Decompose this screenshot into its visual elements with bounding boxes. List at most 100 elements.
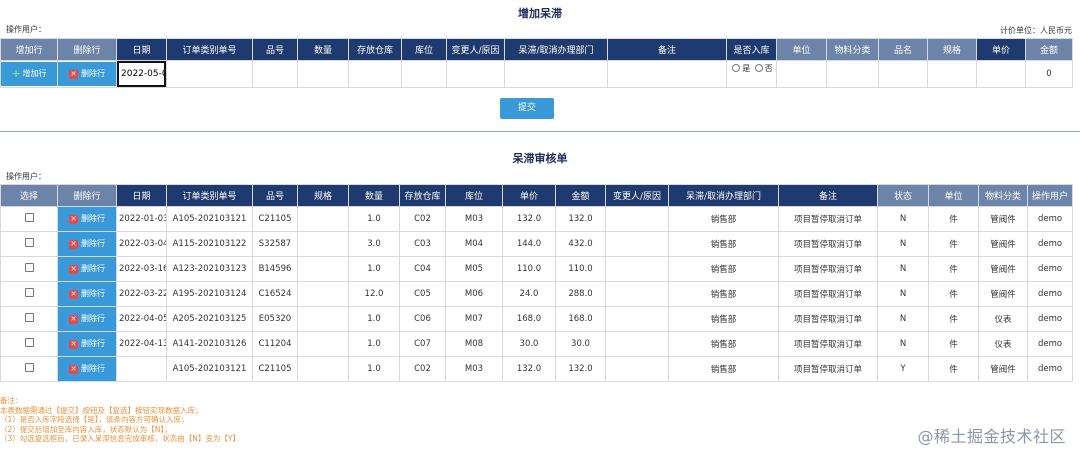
delete-row-cell: ✕ 删除行 <box>57 231 117 257</box>
cell-changer <box>605 206 669 232</box>
cell-status: N <box>877 281 929 307</box>
remark-input[interactable] <box>607 60 727 88</box>
cell-dept: 销售部 <box>668 231 779 257</box>
cell-order: A205-202103125 <box>166 306 253 332</box>
delete-row-button[interactable]: ✕ 删除行 <box>58 357 116 381</box>
cell-wh: C03 <box>399 231 446 257</box>
cell-status: N <box>877 306 929 332</box>
unit-input[interactable] <box>776 60 827 88</box>
price-input[interactable] <box>976 60 1026 88</box>
cell-spec <box>297 256 349 282</box>
close-icon: ✕ <box>69 315 78 324</box>
name-input[interactable] <box>878 60 928 88</box>
changer-input[interactable] <box>446 60 505 88</box>
spec-input[interactable] <box>927 60 977 88</box>
cell-spec <box>297 306 349 332</box>
cell-unit: 件 <box>928 231 979 257</box>
select-checkbox[interactable] <box>24 213 34 222</box>
cell-cat: 管阀件 <box>978 231 1028 257</box>
cell-qty: 12.0 <box>348 281 400 307</box>
radio-no[interactable] <box>754 64 763 72</box>
cell-loc: M03 <box>445 356 503 382</box>
cell-date: 2022-03-16 <box>116 256 167 282</box>
cell-item: C16524 <box>252 281 298 307</box>
select-checkbox[interactable] <box>24 338 34 347</box>
t1-header-3: 订单类别单号 <box>166 38 253 61</box>
note-line: 本表数据需通过【提交】按钮及【复选】按钮实现数据入库； <box>0 405 203 415</box>
dept-input[interactable] <box>504 60 608 88</box>
close-icon: ✕ <box>69 240 78 249</box>
select-checkbox[interactable] <box>24 263 34 272</box>
cell-order: A105-202103121 <box>166 206 253 232</box>
select-cell <box>0 256 58 282</box>
cell-wh: C05 <box>399 281 446 307</box>
t2-header-12: 呆滞/取消办理部门 <box>668 184 779 207</box>
cell-wh: C06 <box>399 306 446 332</box>
t1-header-0: 增加行 <box>0 38 58 61</box>
cell-amount: 132.0 <box>555 356 606 382</box>
select-checkbox[interactable] <box>24 238 34 247</box>
t2-header-16: 物料分类 <box>978 184 1028 207</box>
cell-status: Y <box>877 356 929 382</box>
delete-row-button[interactable]: ✕ 删除行 <box>58 332 116 356</box>
select-cell <box>0 306 58 332</box>
submit-button[interactable]: 提交 <box>500 98 554 119</box>
item-input[interactable] <box>252 60 298 88</box>
delete-row-button[interactable]: ✕ 删除行 <box>58 207 116 231</box>
cell-qty: 3.0 <box>348 231 400 257</box>
stock-in-radio-group: 是 否 <box>726 60 777 88</box>
cell-date <box>116 356 167 382</box>
t2-header-10: 金额 <box>555 184 606 207</box>
cell-dept: 销售部 <box>668 331 779 357</box>
cell-order: A105-202103121 <box>166 356 253 382</box>
delete-row-button[interactable]: ✕ 删除行 <box>58 232 116 256</box>
cell-dept: 销售部 <box>668 306 779 332</box>
delete-row-button[interactable]: ✕ 删除行 <box>58 282 116 306</box>
cell-date: 2022-04-05 <box>116 306 167 332</box>
cell-date: 2022-03-04 <box>116 231 167 257</box>
cell-user: demo <box>1027 356 1073 382</box>
t1-header-10: 备注 <box>607 38 727 61</box>
add-row-cell: + 增加行 <box>0 60 58 88</box>
cell-item: E05320 <box>252 306 298 332</box>
cell-user: demo <box>1027 331 1073 357</box>
t2-header-14: 状态 <box>877 184 929 207</box>
cell-cat: 管阀件 <box>978 281 1028 307</box>
select-cell <box>0 356 58 382</box>
select-checkbox[interactable] <box>24 313 34 322</box>
delete-row-button[interactable]: ✕ 删除行 <box>58 307 116 331</box>
note-line: 备注： <box>0 396 23 405</box>
notes-block: 备注： 本表数据需通过【提交】按钮及【复选】按钮实现数据入库； （1）是否入库字段选… <box>0 396 760 444</box>
cell-unit: 件 <box>928 256 979 282</box>
cell-price: 110.0 <box>502 256 556 282</box>
cell-qty: 1.0 <box>348 331 400 357</box>
cell-date: 2022-04-13 <box>116 331 167 357</box>
category-input[interactable] <box>826 60 879 88</box>
cell-amount: 432.0 <box>555 231 606 257</box>
select-checkbox[interactable] <box>24 288 34 297</box>
delete-row-button[interactable]: ✕ 删除行 <box>58 257 116 281</box>
cell-amount: 132.0 <box>555 206 606 232</box>
cell-date: 2022-03-22 <box>116 281 167 307</box>
cell-loc: M08 <box>445 331 503 357</box>
cell-loc: M04 <box>445 231 503 257</box>
delete-row-button[interactable]: ✕ 删除行 <box>58 62 116 86</box>
select-checkbox[interactable] <box>24 363 34 372</box>
t2-header-1: 删除行 <box>57 184 117 207</box>
location-input[interactable] <box>401 60 447 88</box>
add-row-button[interactable]: + 增加行 <box>1 62 57 86</box>
warehouse-input[interactable] <box>348 60 402 88</box>
table-row: ✕ 删除行 2022-04-05 A205-202103125 E05320 1.0 C06… <box>0 306 1073 332</box>
qty-input[interactable] <box>297 60 349 88</box>
cell-spec <box>297 281 349 307</box>
close-icon: ✕ <box>69 365 78 374</box>
cell-dept: 销售部 <box>668 206 779 232</box>
cell-qty: 1.0 <box>348 306 400 332</box>
order-input[interactable] <box>166 60 253 88</box>
t1-header-16: 单价 <box>976 38 1026 61</box>
amount-value: 0 <box>1025 60 1073 88</box>
cell-cat: 管阀件 <box>978 256 1028 282</box>
t2-header-7: 存放仓库 <box>399 184 446 207</box>
radio-yes[interactable] <box>732 64 741 72</box>
date-input[interactable] <box>117 61 166 87</box>
